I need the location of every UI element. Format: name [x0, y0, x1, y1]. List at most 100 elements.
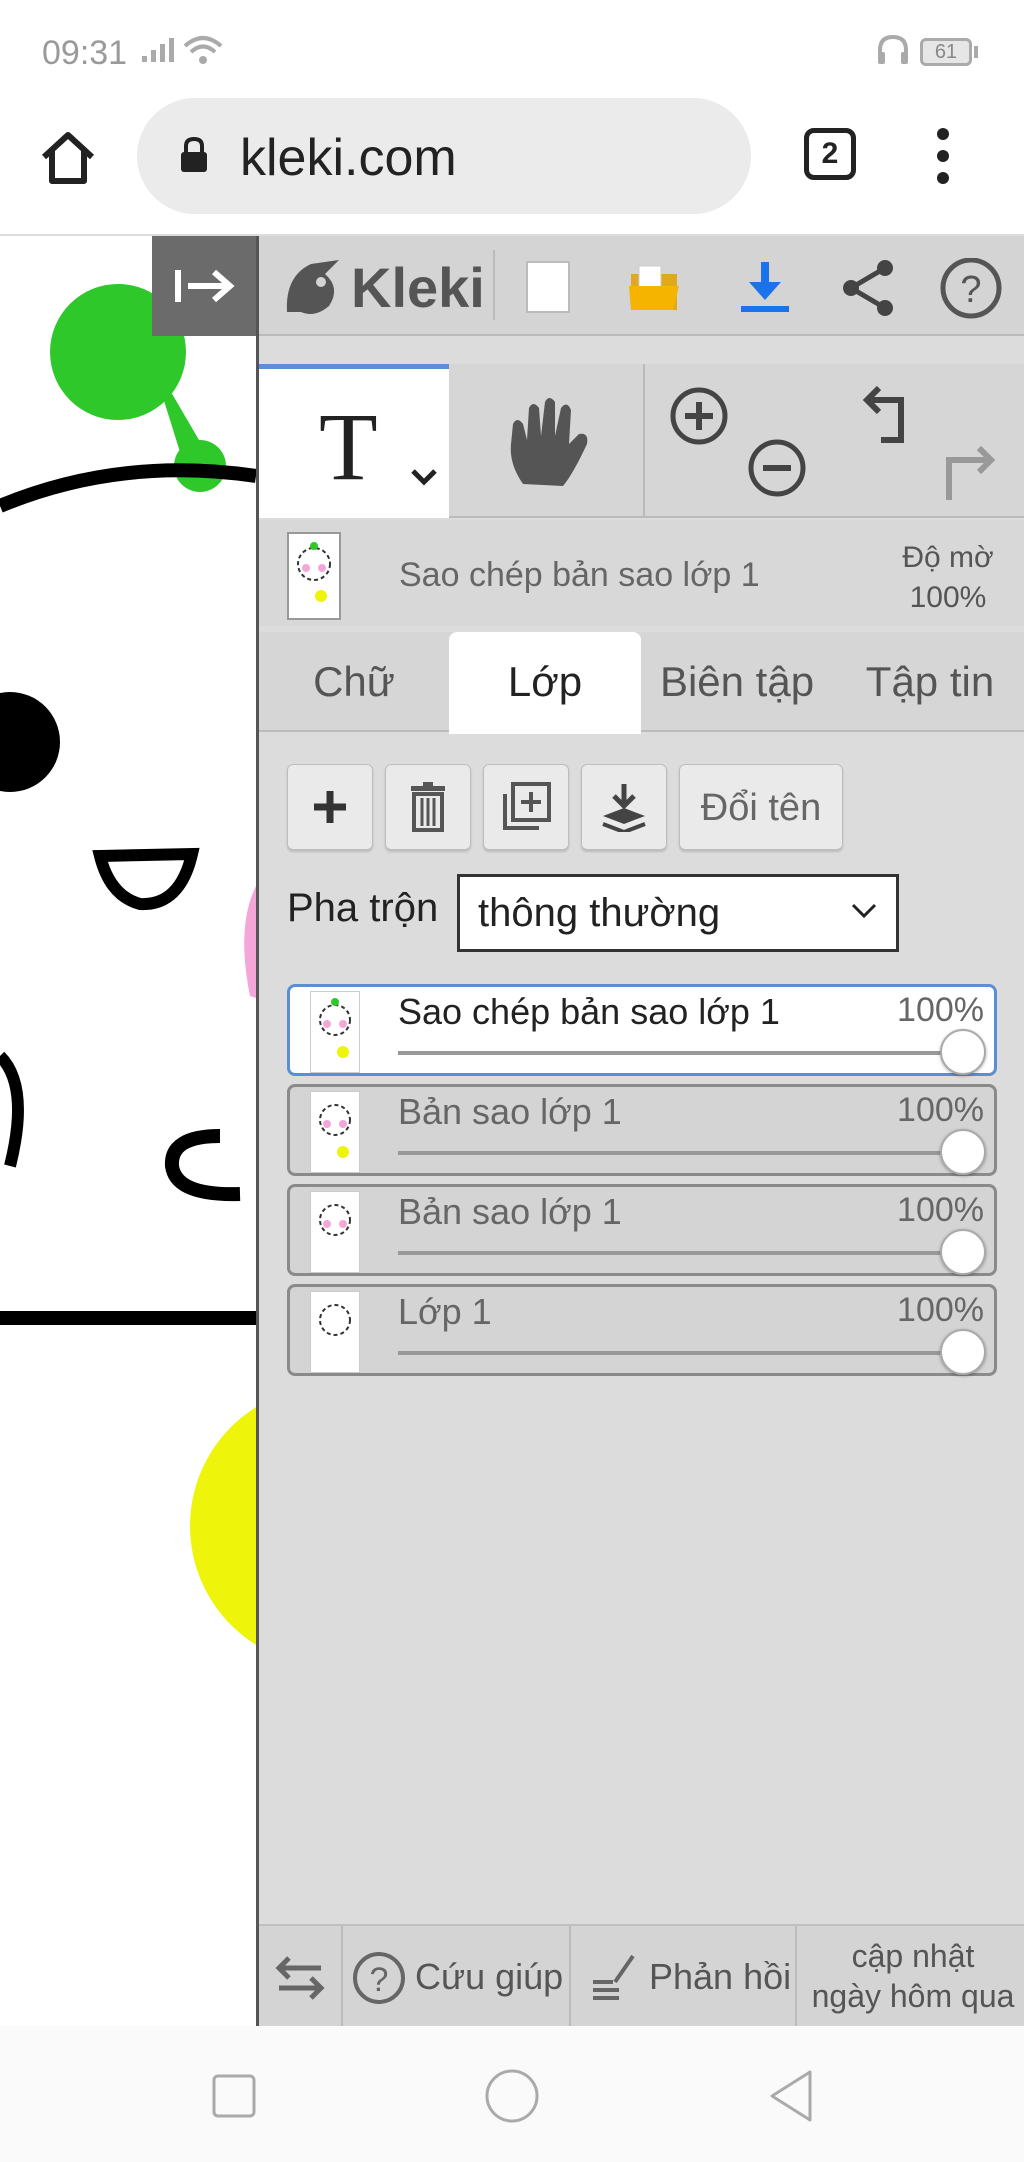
- blend-mode-label: Pha trộn: [287, 886, 439, 930]
- battery-indicator: 61: [920, 38, 972, 66]
- divider: [569, 1926, 571, 2028]
- text-tool-button[interactable]: T: [259, 364, 449, 518]
- duplicate-icon: [503, 782, 551, 830]
- layer-item[interactable]: Bản sao lớp 1 100%: [287, 1184, 997, 1276]
- opacity-slider-knob[interactable]: [940, 1229, 986, 1275]
- chevron-down-icon: [851, 903, 877, 919]
- layer-opacity: 100%: [897, 1191, 984, 1229]
- tab-switcher-button[interactable]: 2: [804, 128, 856, 180]
- system-nav-bar: [0, 2026, 1024, 2162]
- battery-tip: [974, 46, 978, 58]
- layers-content: Đổi tên Pha trộn thông thường Sao chép b…: [259, 734, 1024, 1892]
- blend-mode-select[interactable]: thông thường: [457, 874, 899, 952]
- feedback-button[interactable]: Phản hồi: [649, 1956, 791, 1998]
- opacity-slider-knob[interactable]: [940, 1029, 986, 1075]
- wifi-icon: [183, 36, 223, 64]
- layer-item[interactable]: Lớp 1 100%: [287, 1284, 997, 1376]
- merge-down-button[interactable]: [581, 764, 667, 850]
- layer-opacity: 100%: [897, 1291, 984, 1329]
- collapse-panel-button[interactable]: [152, 236, 256, 336]
- help-icon[interactable]: ?: [939, 258, 1003, 322]
- layer-item[interactable]: Sao chép bản sao lớp 1 100%: [287, 984, 997, 1076]
- opacity-slider-track[interactable]: [398, 1151, 958, 1155]
- layer-actions: Đổi tên: [287, 764, 843, 850]
- layer-thumbnail: [310, 1191, 360, 1273]
- text-tool-glyph: T: [319, 393, 378, 500]
- delete-layer-button[interactable]: [385, 764, 471, 850]
- layer-thumbnail: [310, 991, 360, 1073]
- add-layer-button[interactable]: [287, 764, 373, 850]
- divider: [795, 1926, 797, 2028]
- help-button[interactable]: Cứu giúp: [415, 1956, 563, 1998]
- trash-icon: [411, 782, 445, 832]
- layer-name: Bản sao lớp 1: [398, 1191, 622, 1232]
- divider: [643, 364, 645, 518]
- side-panel: Kleki ? T Sao chép bản sao lớp 1 Độ mờ 1…: [256, 236, 1024, 2028]
- kleki-logo-icon: [286, 260, 339, 314]
- chevron-down-icon[interactable]: [409, 467, 439, 487]
- divider: [493, 250, 495, 320]
- url-bar[interactable]: kleki.com: [137, 98, 751, 214]
- tool-row: T: [259, 364, 1024, 518]
- lock-icon: [181, 136, 207, 172]
- divider: [341, 1926, 343, 2028]
- opacity-slider-track[interactable]: [398, 1351, 958, 1355]
- home-nav-icon[interactable]: [484, 2068, 540, 2124]
- open-folder-icon[interactable]: [627, 258, 685, 316]
- more-menu-icon[interactable]: [930, 128, 956, 188]
- back-nav-icon[interactable]: [766, 2068, 816, 2124]
- hand-tool-icon[interactable]: [503, 394, 593, 494]
- opacity-slider-knob[interactable]: [940, 1329, 986, 1375]
- app-logo[interactable]: Kleki: [281, 252, 485, 322]
- opacity-slider-track[interactable]: [398, 1051, 958, 1055]
- recent-apps-icon[interactable]: [212, 2074, 256, 2118]
- opacity-slider-track[interactable]: [398, 1251, 958, 1255]
- headphones-icon: [878, 34, 908, 64]
- download-icon[interactable]: [737, 258, 793, 316]
- status-time: 09:31: [42, 34, 128, 72]
- duplicate-layer-button[interactable]: [483, 764, 569, 850]
- update-notice[interactable]: cập nhật ngày hôm qua: [799, 1936, 1024, 2016]
- panel-footer: ? Cứu giúp Phản hồi cập nhật ngày hôm qu…: [259, 1924, 1024, 2028]
- new-file-icon[interactable]: [523, 258, 573, 316]
- help-icon: ?: [353, 1952, 405, 2004]
- undo-icon[interactable]: [861, 384, 921, 444]
- logo-text: Kleki: [351, 255, 485, 319]
- zoom-out-icon[interactable]: [747, 438, 807, 498]
- swap-side-icon[interactable]: [273, 1954, 327, 2002]
- signal-icon: [142, 38, 174, 62]
- current-layer-name: Sao chép bản sao lớp 1: [399, 556, 760, 594]
- feedback-pen-icon: [593, 1954, 635, 2000]
- current-layer-info: Sao chép bản sao lớp 1 Độ mờ 100%: [259, 520, 1024, 626]
- current-layer-thumbnail: [287, 532, 341, 620]
- tab-edit[interactable]: Biên tập: [641, 632, 833, 732]
- blend-mode-value: thông thường: [478, 891, 721, 935]
- merge-down-icon: [602, 784, 646, 832]
- canvas-artwork: [0, 284, 256, 1645]
- layer-name: Sao chép bản sao lớp 1: [398, 991, 780, 1032]
- status-bar: 09:31 61: [0, 0, 1024, 92]
- opacity-slider-knob[interactable]: [940, 1129, 986, 1175]
- layer-name: Lớp 1: [398, 1291, 492, 1332]
- home-icon[interactable]: [38, 127, 98, 187]
- zoom-in-icon[interactable]: [669, 386, 729, 446]
- opacity-label: Độ mờ: [902, 541, 994, 574]
- tab-text[interactable]: Chữ: [259, 632, 449, 732]
- url-text: kleki.com: [240, 129, 457, 187]
- tab-layers[interactable]: Lớp: [449, 632, 641, 734]
- browser-toolbar: kleki.com 2: [0, 92, 1024, 236]
- update-line-1: cập nhật: [851, 1938, 975, 1974]
- svg-text:?: ?: [960, 269, 981, 311]
- rename-layer-button[interactable]: Đổi tên: [679, 764, 843, 850]
- opacity-display: Độ mờ 100%: [879, 538, 1017, 618]
- layer-thumbnail: [310, 1091, 360, 1173]
- collapse-arrow-icon: [175, 269, 235, 303]
- layer-name: Bản sao lớp 1: [398, 1091, 622, 1132]
- svg-text:?: ?: [370, 1961, 389, 1999]
- layer-opacity: 100%: [897, 1091, 984, 1129]
- redo-icon[interactable]: [939, 444, 999, 504]
- drawing-canvas[interactable]: [0, 236, 256, 2026]
- tab-file[interactable]: Tập tin: [833, 632, 1024, 732]
- share-icon[interactable]: [839, 258, 899, 318]
- layer-item[interactable]: Bản sao lớp 1 100%: [287, 1084, 997, 1176]
